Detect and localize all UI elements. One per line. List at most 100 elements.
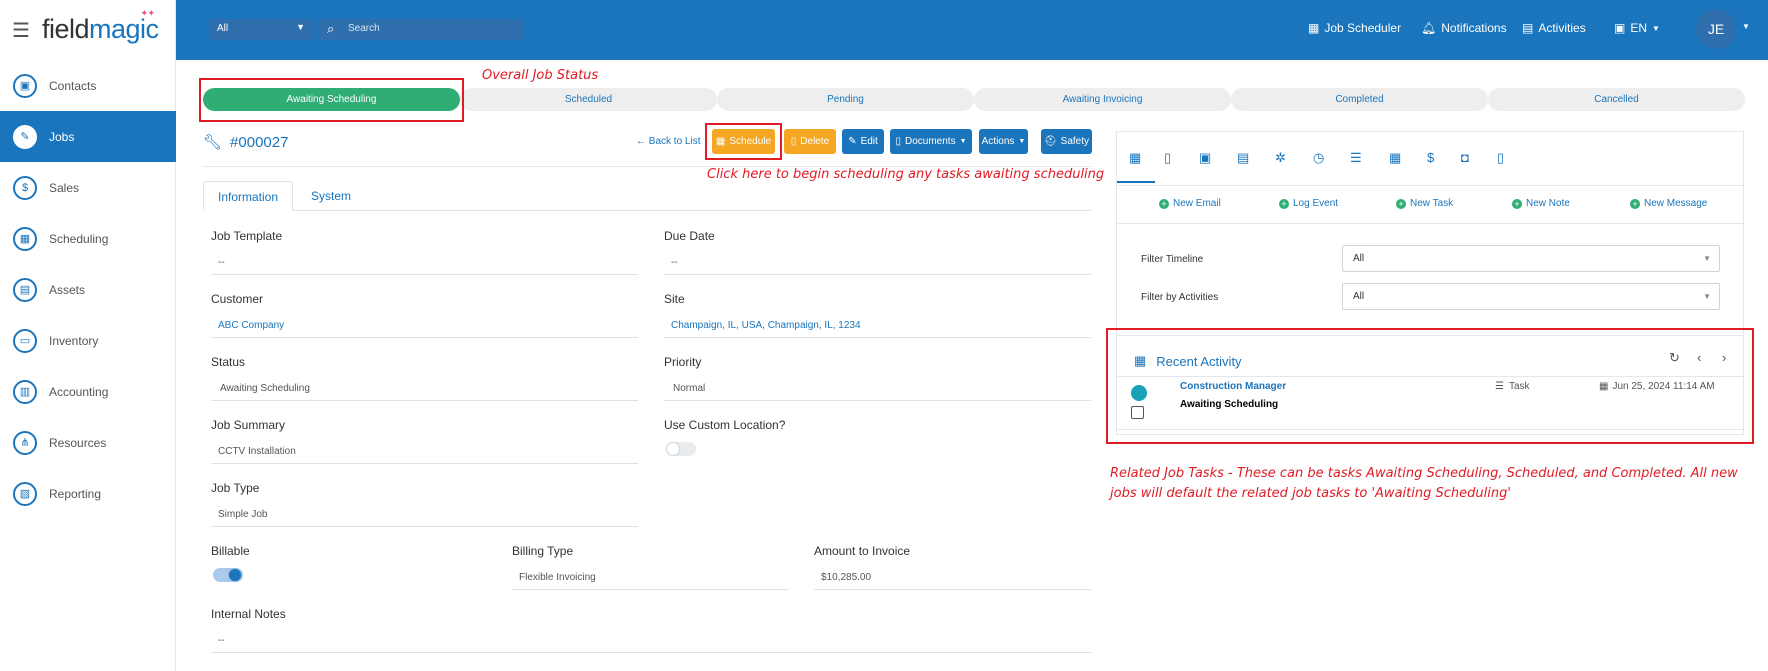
edit-button[interactable]: ✎ Edit bbox=[842, 129, 884, 154]
dollar-icon[interactable]: $ bbox=[1427, 150, 1434, 165]
tab-system[interactable]: System bbox=[297, 181, 365, 211]
documents-label: Documents bbox=[905, 136, 956, 147]
priority-label: Priority bbox=[664, 355, 702, 369]
sidebar-item-jobs[interactable]: ✎ Jobs bbox=[0, 111, 176, 162]
new-note-action[interactable]: + New Note bbox=[1512, 198, 1570, 209]
contact-card-icon[interactable]: ▣ bbox=[1199, 150, 1211, 166]
language-label: EN bbox=[1630, 21, 1648, 35]
stage-scheduled[interactable]: Scheduled bbox=[460, 88, 717, 111]
delete-button[interactable]: ▯ Delete bbox=[784, 129, 836, 154]
priority-field[interactable]: Normal bbox=[664, 377, 1091, 401]
documents-button[interactable]: ▯ Documents ▼ bbox=[890, 129, 972, 154]
amount-to-invoice-field[interactable]: $10,285.00 bbox=[814, 566, 1091, 590]
notifications-label: Notifications bbox=[1441, 21, 1507, 35]
stage-completed[interactable]: Completed bbox=[1231, 88, 1488, 111]
sidebar-nav: ▣ Contacts ✎ Jobs $ Sales ▦ Scheduling ▤ Asse… bbox=[0, 60, 176, 519]
job-id-heading: 🔧︎ #000027 bbox=[203, 133, 288, 152]
language-selector[interactable]: ▣ EN ▼ bbox=[1614, 21, 1660, 35]
job-scheduler-link[interactable]: ▦ Job Scheduler bbox=[1308, 21, 1401, 35]
sidebar-item-contacts[interactable]: ▣ Contacts bbox=[0, 60, 176, 111]
internal-notes-field[interactable]: -- bbox=[211, 629, 1091, 653]
box-icon: ▭ bbox=[13, 328, 37, 353]
calendar-icon: ▦ bbox=[1308, 21, 1320, 35]
job-tabs: Information System bbox=[203, 181, 1091, 211]
file-icon[interactable]: ▯ bbox=[1164, 150, 1171, 166]
sidebar-item-scheduling[interactable]: ▦ Scheduling bbox=[0, 213, 176, 264]
activities-link[interactable]: ▤ Activities bbox=[1522, 21, 1586, 35]
handshake-icon[interactable]: ✲ bbox=[1275, 150, 1286, 166]
stage-awaiting-invoicing[interactable]: Awaiting Invoicing bbox=[974, 88, 1231, 111]
new-message-action[interactable]: + New Message bbox=[1630, 198, 1707, 209]
new-task-action[interactable]: + New Task bbox=[1396, 198, 1453, 209]
calendar-icon[interactable]: ▦ bbox=[1129, 150, 1141, 166]
safety-button[interactable]: ⛑︎ Safety bbox=[1041, 129, 1092, 154]
stage-pending[interactable]: Pending bbox=[717, 88, 974, 111]
site-field[interactable]: Champaign, IL, USA, Champaign, IL, 1234 bbox=[664, 314, 1091, 338]
log-event-action[interactable]: + Log Event bbox=[1279, 198, 1338, 209]
job-template-field[interactable]: -- bbox=[211, 251, 638, 275]
sidebar-item-label: Contacts bbox=[49, 78, 97, 93]
status-label: Status bbox=[211, 355, 246, 369]
caret-down-icon[interactable]: ▼ bbox=[1742, 22, 1750, 31]
billing-type-label: Billing Type bbox=[512, 544, 574, 558]
logo-text-field: field bbox=[42, 14, 90, 44]
bag-icon[interactable]: ◘ bbox=[1461, 150, 1469, 165]
search-placeholder: Search bbox=[348, 23, 380, 34]
sidebar-item-accounting[interactable]: ▥ Accounting bbox=[0, 366, 176, 417]
avatar[interactable]: JE bbox=[1696, 9, 1736, 49]
filter-activities-value: All bbox=[1353, 291, 1365, 302]
plus-icon: + bbox=[1630, 198, 1640, 209]
sidebar-item-assets[interactable]: ▤ Assets bbox=[0, 264, 176, 315]
sidebar-item-resources[interactable]: ⋔ Resources bbox=[0, 417, 176, 468]
back-to-list-link[interactable]: ← Back to List bbox=[636, 136, 700, 147]
job-type-field[interactable]: Simple Job bbox=[211, 503, 638, 527]
briefcase-icon: ▤ bbox=[13, 277, 37, 302]
file-icon: ▯ bbox=[895, 136, 901, 147]
new-email-action[interactable]: + New Email bbox=[1159, 198, 1221, 209]
dollar-icon: $ bbox=[13, 175, 37, 200]
sidebar-item-label: Accounting bbox=[49, 384, 109, 399]
app-logo[interactable]: fieldmagic ✦✦ bbox=[42, 8, 159, 45]
wrench-icon: ✎ bbox=[13, 124, 37, 149]
filter-timeline-select[interactable]: All ▼ bbox=[1342, 245, 1720, 272]
custom-location-toggle[interactable] bbox=[666, 442, 696, 456]
filter-timeline-label: Filter Timeline bbox=[1141, 254, 1204, 265]
log-event-label: Log Event bbox=[1293, 198, 1339, 209]
due-date-field[interactable]: -- bbox=[664, 251, 1091, 275]
search-scope-select[interactable]: All ▼ bbox=[209, 19, 313, 40]
sidebar-item-sales[interactable]: $ Sales bbox=[0, 162, 176, 213]
network-icon: ⋔ bbox=[13, 430, 37, 455]
safety-label: Safety bbox=[1060, 136, 1090, 147]
clock-icon[interactable]: ◷ bbox=[1313, 150, 1324, 166]
caret-down-icon: ▼ bbox=[296, 22, 305, 32]
tab-information[interactable]: Information bbox=[203, 181, 294, 211]
toggle-knob bbox=[229, 569, 241, 581]
new-message-label: New Message bbox=[1644, 198, 1708, 209]
calendar-day-icon[interactable]: ▦ bbox=[1389, 150, 1401, 166]
translate-icon: ▣ bbox=[1614, 21, 1626, 35]
filter-activities-select[interactable]: All ▼ bbox=[1342, 283, 1720, 310]
billing-type-field[interactable]: Flexible Invoicing bbox=[512, 566, 789, 590]
actions-button[interactable]: Actions ▼ bbox=[979, 129, 1028, 154]
document-icon[interactable]: ▯ bbox=[1497, 150, 1504, 166]
checklist-icon[interactable]: ☰ bbox=[1350, 150, 1362, 166]
caret-down-icon: ▼ bbox=[1018, 138, 1026, 145]
sidebar-item-reporting[interactable]: ▧ Reporting bbox=[0, 468, 176, 519]
billable-label: Billable bbox=[211, 544, 250, 558]
list-icon[interactable]: ▤ bbox=[1237, 150, 1249, 166]
top-bar: All ▼ ⌕ Search ▦ Job Scheduler 🔔︎ Notificati… bbox=[176, 0, 1768, 60]
sidebar-item-inventory[interactable]: ▭ Inventory bbox=[0, 315, 176, 366]
customer-field[interactable]: ABC Company bbox=[211, 314, 638, 338]
caret-down-icon: ▼ bbox=[1703, 254, 1711, 263]
filter-activities-label: Filter by Activities bbox=[1141, 292, 1219, 303]
billable-toggle[interactable] bbox=[213, 568, 243, 582]
hamburger-menu-icon[interactable]: ☰ bbox=[12, 18, 30, 43]
notifications-link[interactable]: 🔔︎ Notifications bbox=[1421, 21, 1507, 35]
arrow-left-icon: ← bbox=[636, 136, 649, 147]
job-summary-field[interactable]: CCTV Installation bbox=[211, 440, 638, 464]
internal-notes-label: Internal Notes bbox=[211, 607, 286, 621]
stage-cancelled[interactable]: Cancelled bbox=[1488, 88, 1745, 111]
annotation-highlight-recent-activity bbox=[1106, 328, 1754, 444]
status-field[interactable]: Awaiting Scheduling bbox=[211, 377, 638, 401]
search-input[interactable]: ⌕ Search bbox=[318, 19, 523, 40]
